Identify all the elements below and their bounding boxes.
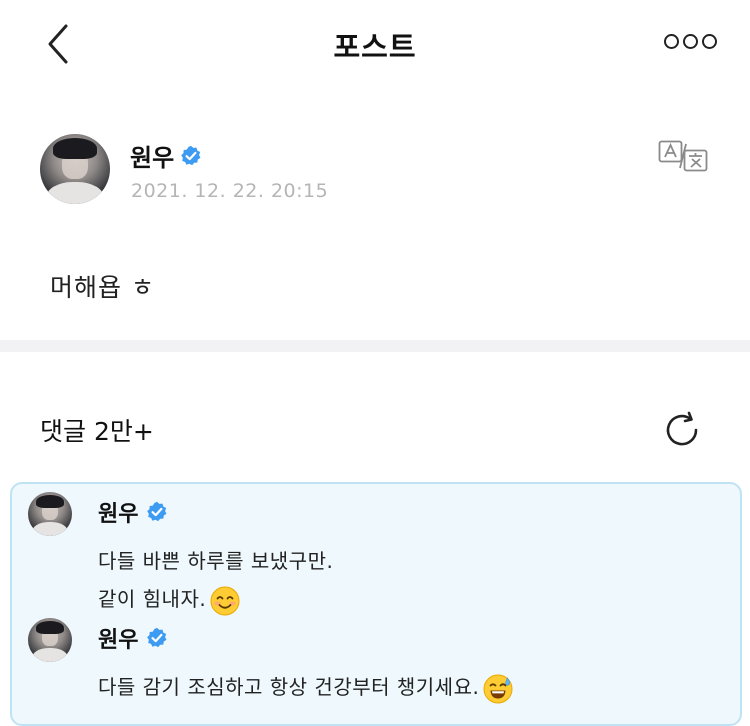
translate-icon — [658, 140, 708, 172]
verified-badge-icon — [147, 501, 167, 522]
reply-line: 다들 감기 조심하고 항상 건강부터 챙기세요. — [98, 675, 480, 699]
grinning-sweat-emoji — [483, 674, 513, 703]
verified-badge-icon — [147, 627, 167, 648]
avatar[interactable] — [40, 134, 110, 204]
reply-text: 다들 감기 조심하고 항상 건강부터 챙기세요. — [98, 668, 513, 706]
reply-line: 같이 힘내자. — [98, 587, 207, 611]
more-horizontal-icon — [664, 34, 679, 49]
reply-author: 원우 — [98, 496, 168, 528]
refresh-icon — [666, 411, 698, 446]
more-horizontal-icon — [683, 34, 698, 49]
avatar[interactable] — [28, 618, 72, 662]
reply-author-name: 원우 — [98, 628, 139, 653]
comments-count[interactable]: 댓글 2만+ — [40, 412, 154, 448]
post-author[interactable]: 원우 — [130, 138, 202, 173]
author-name: 원우 — [130, 144, 175, 172]
section-divider — [0, 340, 750, 352]
artist-reply-box: 원우 다들 바쁜 하루를 보냈구만. 같이 힘내자. 원우 다들 감기 조심하고… — [10, 482, 742, 726]
refresh-button[interactable] — [662, 410, 702, 450]
reply-author-name: 원우 — [98, 502, 139, 527]
more-options-button[interactable] — [664, 34, 718, 54]
reply-text: 다들 바쁜 하루를 보냈구만. 같이 힘내자. — [98, 542, 333, 618]
post-body: 머해욥 ㅎ — [50, 273, 155, 302]
post-card: 원우 2021. 12. 22. 20:15 머해욥 ㅎ — [0, 110, 750, 340]
post-timestamp: 2021. 12. 22. 20:15 — [131, 180, 329, 202]
verified-badge-icon — [181, 145, 201, 165]
reply-line-with-emoji: 같이 힘내자. — [98, 580, 333, 618]
smiling-face-emoji — [210, 586, 240, 615]
reply-line-with-emoji: 다들 감기 조심하고 항상 건강부터 챙기세요. — [98, 668, 513, 706]
top-bar: 포스트 — [0, 0, 750, 88]
translate-button[interactable] — [658, 140, 708, 172]
more-horizontal-icon — [702, 34, 717, 49]
page-title: 포스트 — [333, 30, 417, 64]
reply-line: 다들 바쁜 하루를 보냈구만. — [98, 549, 334, 573]
avatar[interactable] — [28, 492, 72, 536]
reply-author: 원우 — [98, 622, 168, 654]
